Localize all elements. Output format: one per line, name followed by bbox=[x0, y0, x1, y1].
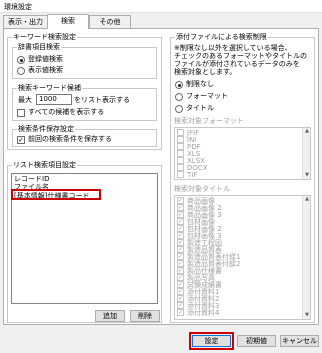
radio-registered-value-label[interactable]: 登録値検索 bbox=[28, 55, 63, 64]
attachment-note-line-3: ファイルが添付されているデータのみを bbox=[174, 60, 300, 68]
title-checkbox[interactable]: ✓ bbox=[177, 281, 184, 288]
radio-no-limit-label[interactable]: 制限なし bbox=[186, 80, 214, 89]
radio-display-value[interactable] bbox=[17, 67, 25, 75]
keyword-search-settings-title: キーワード検索設定 bbox=[12, 33, 77, 42]
window-title: 環境設定 bbox=[4, 3, 32, 11]
save-condition-title: 検索条件保存設定 bbox=[17, 125, 75, 134]
format-label: TIF bbox=[187, 171, 198, 179]
title-checkbox[interactable]: ✓ bbox=[177, 197, 184, 204]
radio-title-label[interactable]: タイトル bbox=[186, 104, 214, 113]
format-checkbox[interactable] bbox=[177, 143, 184, 150]
dictionary-search-title: 辞書項目検索 bbox=[17, 43, 61, 52]
radio-registered-value[interactable] bbox=[17, 56, 25, 64]
show-all-candidates-label[interactable]: すべての候補を表示する bbox=[28, 108, 104, 117]
radio-title[interactable] bbox=[175, 105, 183, 113]
scroll-down-icon[interactable]: ▼ bbox=[303, 312, 310, 319]
format-checkbox[interactable] bbox=[177, 157, 184, 164]
title-list-scrollbar[interactable]: ▲ ▼ bbox=[302, 196, 310, 319]
format-checkbox[interactable] bbox=[177, 136, 184, 143]
format-checkbox[interactable] bbox=[177, 164, 184, 171]
save-condition-label[interactable]: 前回の検索条件を保存する bbox=[28, 135, 112, 144]
title-checkbox[interactable]: ✓ bbox=[177, 239, 184, 246]
add-button[interactable]: 追加 bbox=[95, 310, 125, 322]
attachment-note-line-1: ※制限なし以外を選択している場合、 bbox=[174, 44, 292, 52]
tab-display-output[interactable]: 表示・出力 bbox=[3, 15, 48, 28]
title-bar: 環境設定 bbox=[0, 0, 322, 13]
title-listbox[interactable]: ✓ 商品画像 ✓ 商品画像 2 ✓ 商品画像 3 ✓ 包材画像 ✓ 包材画像 2 ✓ 包材画… bbox=[174, 195, 311, 320]
scroll-up-icon[interactable]: ▲ bbox=[303, 196, 310, 203]
title-checkbox[interactable]: ✓ bbox=[177, 288, 184, 295]
title-checkbox[interactable]: ✓ bbox=[177, 302, 184, 309]
list-item[interactable]: レコードID bbox=[14, 175, 49, 183]
format-list-scrollbar[interactable]: ▲ ▼ bbox=[302, 128, 310, 179]
attachment-limit-title: 添付ファイルによる検索制限 bbox=[175, 33, 268, 42]
radio-no-limit[interactable] bbox=[175, 81, 183, 89]
format-checkbox[interactable] bbox=[177, 150, 184, 157]
title-checkbox[interactable]: ✓ bbox=[177, 260, 184, 267]
scroll-up-icon[interactable]: ▲ bbox=[303, 128, 310, 135]
radio-format-label[interactable]: フォーマット bbox=[186, 92, 228, 101]
attachment-note-line-4: 検索対象とします。 bbox=[174, 68, 237, 76]
title-checkbox[interactable]: ✓ bbox=[177, 274, 184, 281]
ok-button[interactable]: 設定 bbox=[192, 335, 231, 347]
title-checkbox[interactable]: ✓ bbox=[177, 253, 184, 260]
cancel-button[interactable]: キャンセル bbox=[280, 335, 319, 347]
format-listbox[interactable]: JFIF INI PDF XLS XLSX DOCX TIF ▲ ▼ bbox=[174, 127, 311, 180]
title-checkbox[interactable]: ✓ bbox=[177, 267, 184, 274]
highlight-frame bbox=[11, 189, 101, 200]
attachment-note-line-2: チェックのあるフォーマットやタイトルの bbox=[174, 52, 307, 60]
scroll-down-icon[interactable]: ▼ bbox=[303, 172, 310, 179]
keyword-candidates-title: 検索キーワード候補 bbox=[17, 84, 82, 93]
title-checkbox[interactable]: ✓ bbox=[177, 246, 184, 253]
format-list-title: 検索対象フォーマット bbox=[174, 117, 244, 125]
title-checkbox[interactable]: ✓ bbox=[177, 295, 184, 302]
title-checkbox[interactable]: ✓ bbox=[177, 232, 184, 239]
max-candidates-input[interactable]: 1000 bbox=[36, 94, 72, 105]
title-label: 添付資料4 bbox=[187, 309, 220, 317]
radio-display-value-label[interactable]: 表示値検索 bbox=[28, 66, 63, 75]
tab-other[interactable]: その他 bbox=[89, 15, 131, 28]
title-checkbox[interactable]: ✓ bbox=[177, 218, 184, 225]
format-checkbox[interactable] bbox=[177, 171, 184, 178]
show-all-candidates-checkbox[interactable] bbox=[17, 109, 25, 117]
max-label: 最大 bbox=[18, 96, 32, 104]
initial-value-button[interactable]: 初期値 bbox=[237, 335, 276, 347]
delete-button[interactable]: 削除 bbox=[130, 310, 160, 322]
title-checkbox[interactable]: ✓ bbox=[177, 225, 184, 232]
title-checkbox[interactable]: ✓ bbox=[177, 309, 184, 316]
tab-search[interactable]: 検索 bbox=[47, 14, 89, 29]
list-search-items-title: リスト検索項目設定 bbox=[12, 161, 77, 170]
title-list-title: 検索対象タイトル bbox=[174, 185, 230, 193]
title-checkbox[interactable]: ✓ bbox=[177, 204, 184, 211]
list-display-suffix: をリスト表示する bbox=[74, 96, 130, 104]
format-checkbox[interactable] bbox=[177, 129, 184, 136]
title-checkbox[interactable]: ✓ bbox=[177, 211, 184, 218]
save-condition-checkbox[interactable]: ✓ bbox=[17, 136, 25, 144]
radio-format[interactable] bbox=[175, 93, 183, 101]
